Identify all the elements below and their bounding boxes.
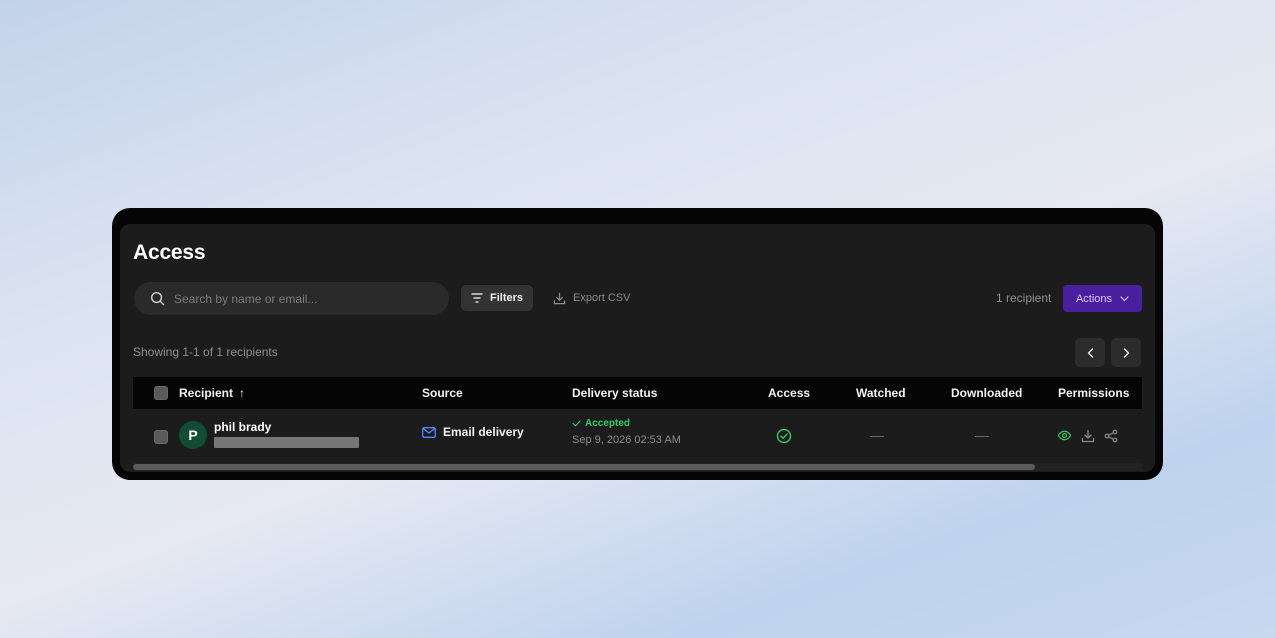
source-cell: Email delivery <box>422 425 524 439</box>
access-granted-check-icon <box>776 428 792 444</box>
search-icon <box>150 291 165 306</box>
filter-icon <box>471 293 483 303</box>
table-row[interactable]: P phil brady Email delivery Accepted Sep… <box>133 413 1142 461</box>
download-permission-icon[interactable] <box>1081 429 1095 443</box>
download-icon <box>553 292 566 304</box>
access-panel: Access Filters Export CSV 1 recipient <box>120 224 1155 472</box>
recipient-email-redacted <box>214 437 359 448</box>
column-recipient-label: Recipient <box>179 386 234 400</box>
column-source[interactable]: Source <box>422 377 463 409</box>
row-select-cell <box>154 430 168 444</box>
delivery-status: Accepted <box>572 418 681 429</box>
column-recipient[interactable]: Recipient ↑ <box>179 377 245 409</box>
column-watched[interactable]: Watched <box>856 377 906 409</box>
recipient-name: phil brady <box>214 420 272 434</box>
chevron-left-icon <box>1087 347 1093 358</box>
column-downloaded[interactable]: Downloaded <box>951 377 1022 409</box>
chevron-right-icon <box>1123 347 1129 358</box>
chevron-down-icon <box>1120 295 1129 301</box>
next-page-button[interactable] <box>1111 338 1141 367</box>
table-header: Recipient ↑ Source Delivery status Acces… <box>133 377 1142 409</box>
mail-icon <box>422 426 436 438</box>
export-csv-label: Export CSV <box>573 292 631 304</box>
actions-label: Actions <box>1075 292 1113 305</box>
delivery-status-label: Accepted <box>585 418 631 429</box>
app-window: Access Filters Export CSV 1 recipient <box>112 208 1163 480</box>
column-delivery-status[interactable]: Delivery status <box>572 377 657 409</box>
filters-label: Filters <box>489 292 523 304</box>
recipient-count: 1 recipient <box>996 291 1052 305</box>
column-access[interactable]: Access <box>768 377 810 409</box>
access-cell <box>776 428 792 447</box>
search-box[interactable] <box>134 282 449 315</box>
sort-ascending-icon: ↑ <box>239 386 246 400</box>
check-icon <box>572 420 581 427</box>
actions-button[interactable]: Actions <box>1063 285 1142 312</box>
source-label: Email delivery <box>443 425 524 439</box>
watched-empty <box>870 436 884 437</box>
scrollbar-thumb[interactable] <box>133 464 1035 470</box>
showing-count: Showing 1-1 of 1 recipients <box>133 345 278 359</box>
delivery-date: Sep 9, 2026 02:53 AM <box>572 434 681 446</box>
column-permissions[interactable]: Permissions <box>1058 377 1129 409</box>
permissions-cell <box>1057 428 1118 443</box>
select-all-cell <box>154 377 168 409</box>
avatar: P <box>179 421 207 449</box>
select-all-checkbox[interactable] <box>154 386 168 400</box>
downloaded-empty <box>975 436 989 437</box>
page-title: Access <box>133 241 206 264</box>
export-csv-button[interactable]: Export CSV <box>553 285 630 311</box>
previous-page-button[interactable] <box>1075 338 1105 367</box>
filters-button[interactable]: Filters <box>461 285 533 311</box>
view-permission-icon[interactable] <box>1057 428 1072 443</box>
search-input[interactable] <box>172 290 426 307</box>
share-permission-icon[interactable] <box>1104 429 1118 443</box>
horizontal-scrollbar[interactable] <box>133 463 1142 471</box>
delivery-status-cell: Accepted Sep 9, 2026 02:53 AM <box>572 418 681 446</box>
row-checkbox[interactable] <box>154 430 168 444</box>
